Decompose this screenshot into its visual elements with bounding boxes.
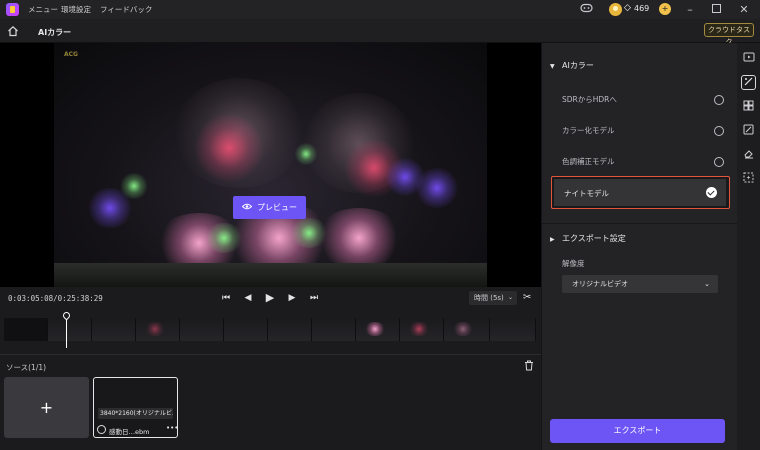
header-bar: AIカラー クラウドタスク <box>0 19 760 46</box>
eraser-tool-icon[interactable] <box>741 148 756 163</box>
skip-start-icon[interactable]: ⏮ <box>219 291 233 305</box>
title-bar: メニュー 環境設定 フィードバック ◇ 469 + – ✕ <box>0 0 760 19</box>
timecode: 0:03:05:08/0:25:38:29 <box>8 294 103 303</box>
source-title: ソース(1/1) <box>6 363 47 372</box>
tool-sidebar <box>737 43 760 450</box>
section-export-settings[interactable]: ▶ エクスポート設定 <box>550 233 626 244</box>
home-icon[interactable] <box>7 25 19 37</box>
settings-panel: ▼ AIカラー SDRからHDRへ カラー化モデル 色調補正モデル ナイトモデル … <box>541 43 738 450</box>
preview-button[interactable]: プレビュー <box>233 196 306 219</box>
export-button[interactable]: エクスポート <box>550 419 725 443</box>
option-label: ナイトモデル <box>564 189 609 198</box>
skip-end-icon[interactable]: ⏭ <box>307 291 321 305</box>
duration-select[interactable]: 時間 (5s) ⌄ <box>469 291 517 305</box>
ai-color-tool-icon[interactable] <box>741 75 756 90</box>
preview-button-label: プレビュー <box>257 203 297 212</box>
credit-count: 469 <box>634 4 650 13</box>
media-filename: 感動日…ebm <box>109 428 150 436</box>
checked-radio-icon[interactable] <box>706 187 717 198</box>
close-icon[interactable]: ✕ <box>737 2 751 17</box>
duration-label: 時間 (5s) <box>474 294 504 302</box>
scissors-icon[interactable]: ✂ <box>523 291 535 305</box>
maximize-icon[interactable] <box>709 2 723 17</box>
video-upscale-icon[interactable] <box>741 51 756 66</box>
clock-icon <box>97 425 106 434</box>
plus-icon: + <box>39 398 54 417</box>
video-frame: ACG <box>54 43 487 287</box>
playback-controls: 0:03:05:08/0:25:38:29 ⏮ ◀ ▶ ▶ ⏭ 時間 (5s) … <box>0 287 541 309</box>
option-night-model[interactable]: ナイトモデル <box>551 176 730 209</box>
option-label: カラー化モデル <box>562 126 615 135</box>
enhance-tool-icon[interactable] <box>741 172 756 187</box>
add-credits-button[interactable]: + <box>659 3 671 15</box>
menu-item-feedback[interactable]: フィードバック <box>100 4 152 15</box>
video-preview: ACG プレビュー <box>0 43 541 287</box>
avatar[interactable] <box>609 3 622 16</box>
step-forward-icon[interactable]: ▶ <box>285 291 299 305</box>
resolution-value: オリジナルビデオ <box>572 280 628 288</box>
crowd-silhouette <box>54 263 487 287</box>
grid-tool-icon[interactable] <box>741 100 756 115</box>
caret-right-icon: ▶ <box>550 236 555 243</box>
option-night-model-body: ナイトモデル <box>554 179 726 206</box>
caret-down-icon: ▼ <box>550 63 555 70</box>
option-colorize-model[interactable]: カラー化モデル <box>562 122 724 140</box>
page-title: AIカラー <box>38 28 72 37</box>
menu-item-preferences[interactable]: 環境設定 <box>61 4 91 15</box>
radio-button[interactable] <box>714 126 724 136</box>
eye-icon <box>241 196 253 219</box>
edit-tool-icon[interactable] <box>741 124 756 139</box>
timeline-strip[interactable] <box>4 318 536 341</box>
option-label: SDRからHDRへ <box>562 95 617 104</box>
option-label: 色調補正モデル <box>562 157 615 166</box>
trash-icon[interactable] <box>524 360 534 371</box>
step-back-icon[interactable]: ◀ <box>241 291 255 305</box>
cloud-task-button[interactable]: クラウドタスク <box>704 23 754 46</box>
gem-icon: ◇ <box>624 3 631 13</box>
section-ai-color-title: AIカラー <box>562 61 594 70</box>
media-item[interactable]: 3840*2160(オリジナルビ… 感動日…ebm ••• <box>93 377 178 438</box>
more-options-icon[interactable]: ••• <box>166 424 177 432</box>
section-export-settings-title: エクスポート設定 <box>562 234 626 243</box>
watermark-logo: ACG <box>64 51 78 58</box>
app-logo <box>6 3 19 16</box>
media-resolution: 3840*2160(オリジナルビ… <box>98 408 173 419</box>
chevron-down-icon: ⌄ <box>507 294 513 301</box>
play-icon[interactable]: ▶ <box>263 291 277 305</box>
option-sdr-to-hdr[interactable]: SDRからHDRへ <box>562 91 724 109</box>
divider <box>0 354 541 355</box>
chevron-down-icon: ⌄ <box>704 280 710 288</box>
radio-button[interactable] <box>714 95 724 105</box>
gamepad-icon[interactable] <box>578 2 594 17</box>
minimize-icon[interactable]: – <box>684 2 696 17</box>
resolution-select[interactable]: オリジナルビデオ ⌄ <box>562 275 718 293</box>
divider <box>542 223 738 224</box>
section-ai-color[interactable]: ▼ AIカラー <box>550 60 594 71</box>
add-media-button[interactable]: + <box>4 377 89 438</box>
menu-item-menu[interactable]: メニュー <box>28 4 58 15</box>
option-color-correction-model[interactable]: 色調補正モデル <box>562 153 724 171</box>
radio-button[interactable] <box>714 157 724 167</box>
resolution-label: 解像度 <box>562 259 585 268</box>
